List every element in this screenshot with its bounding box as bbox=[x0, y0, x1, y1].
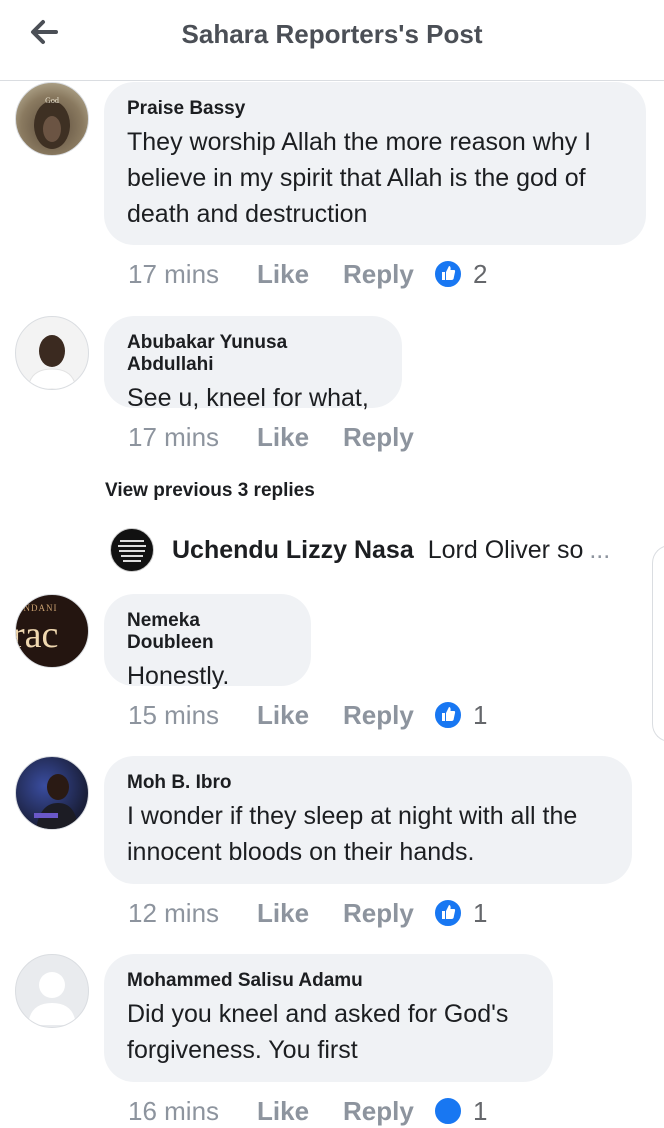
like-button[interactable]: Like bbox=[257, 259, 343, 290]
comment-time: 12 mins bbox=[128, 897, 220, 928]
comment-text: Honestly. bbox=[127, 662, 230, 690]
reply-author[interactable]: Uchendu Lizzy Nasa bbox=[172, 536, 414, 565]
text-poster-icon bbox=[118, 540, 146, 562]
reaction-count[interactable]: 1 bbox=[433, 700, 487, 731]
reply-button[interactable]: Reply bbox=[343, 1096, 433, 1127]
like-button[interactable]: Like bbox=[257, 898, 343, 929]
reply-preview[interactable]: Uchendu Lizzy Nasa Lord Oliver so ... bbox=[110, 528, 630, 572]
like-button[interactable]: Like bbox=[257, 1096, 343, 1127]
reaction-number: 1 bbox=[473, 1095, 488, 1126]
logo-text-icon: SUNDANI rac bbox=[16, 603, 58, 656]
comment-author[interactable]: Nemeka Doubleen bbox=[127, 610, 287, 654]
person-photo-icon bbox=[34, 774, 78, 829]
svg-text:SUNDANI: SUNDANI bbox=[16, 603, 58, 613]
svg-text:rac: rac bbox=[16, 614, 58, 656]
view-previous-replies-link[interactable]: View previous 3 replies bbox=[105, 480, 315, 502]
comment-time: 17 mins bbox=[128, 258, 220, 289]
avatar[interactable] bbox=[15, 316, 89, 390]
comment-time: 16 mins bbox=[128, 1095, 220, 1126]
page-title: Sahara Reporters's Post bbox=[181, 19, 483, 49]
reaction-number: 2 bbox=[473, 258, 488, 289]
like-button[interactable]: Like bbox=[257, 422, 343, 453]
top-app-bar: Sahara Reporters's Post bbox=[0, 0, 664, 81]
comment-actions: 16 mins Like Reply 1 bbox=[128, 1094, 487, 1128]
reaction-count[interactable]: 1 bbox=[433, 898, 487, 929]
reaction-number: 1 bbox=[473, 897, 488, 928]
reply-button[interactable]: Reply bbox=[343, 898, 433, 929]
comment-text: See u, kneel for what, bbox=[127, 384, 369, 412]
reply-ellipsis: ... bbox=[589, 535, 611, 564]
reaction-number: 1 bbox=[473, 699, 488, 730]
avatar[interactable]: SUNDANI rac bbox=[15, 594, 89, 668]
comment-text: Did you kneel and asked for God's forgiv… bbox=[127, 1000, 509, 1064]
reply-button[interactable]: Reply bbox=[343, 259, 433, 290]
comment-time: 15 mins bbox=[128, 699, 220, 730]
svg-text:God: God bbox=[45, 96, 59, 105]
lion-portrait-icon: God bbox=[34, 96, 70, 149]
thumbs-up-icon bbox=[433, 259, 463, 289]
comment-bubble[interactable]: Praise Bassy They worship Allah the more… bbox=[104, 82, 646, 245]
comment-text: They worship Allah the more reason why I… bbox=[127, 128, 592, 228]
reply-button[interactable]: Reply bbox=[343, 700, 433, 731]
comment-author[interactable]: Moh B. Ibro bbox=[127, 772, 608, 794]
thumbs-up-icon bbox=[433, 700, 463, 730]
comment-actions: 17 mins Like Reply 2 bbox=[128, 257, 487, 291]
avatar[interactable]: God bbox=[15, 82, 89, 156]
comment-time: 17 mins bbox=[128, 421, 220, 452]
comment-bubble[interactable]: Abubakar Yunusa Abdullahi See u, kneel f… bbox=[104, 316, 402, 412]
reply-text: Lord Oliver so bbox=[427, 535, 584, 564]
reaction-count[interactable]: 2 bbox=[433, 259, 487, 290]
comment-actions: 17 mins Like Reply bbox=[128, 420, 433, 454]
comment-actions: 12 mins Like Reply 1 bbox=[128, 896, 487, 930]
comment-actions: 15 mins Like Reply 1 bbox=[128, 698, 487, 732]
comment-bubble[interactable]: Moh B. Ibro I wonder if they sleep at ni… bbox=[104, 756, 632, 884]
thumbs-up-icon bbox=[433, 898, 463, 928]
reaction-count[interactable]: 1 bbox=[433, 1096, 487, 1127]
default-profile-icon bbox=[28, 972, 76, 1025]
avatar[interactable] bbox=[15, 756, 89, 830]
avatar[interactable] bbox=[110, 528, 154, 572]
person-photo-icon bbox=[27, 335, 77, 389]
comment-bubble[interactable]: Nemeka Doubleen Honestly. bbox=[104, 594, 311, 690]
thumbs-up-icon bbox=[433, 1096, 463, 1126]
comment-text: I wonder if they sleep at night with all… bbox=[127, 802, 578, 866]
comment-author[interactable]: Praise Bassy bbox=[127, 98, 622, 120]
avatar[interactable] bbox=[15, 954, 89, 1028]
comment-author[interactable]: Mohammed Salisu Adamu bbox=[127, 970, 529, 992]
comment-bubble[interactable]: Mohammed Salisu Adamu Did you kneel and … bbox=[104, 954, 553, 1082]
side-panel-handle[interactable] bbox=[652, 545, 664, 742]
reply-button[interactable]: Reply bbox=[343, 422, 433, 453]
like-button[interactable]: Like bbox=[257, 700, 343, 731]
comment-author[interactable]: Abubakar Yunusa Abdullahi bbox=[127, 332, 378, 376]
